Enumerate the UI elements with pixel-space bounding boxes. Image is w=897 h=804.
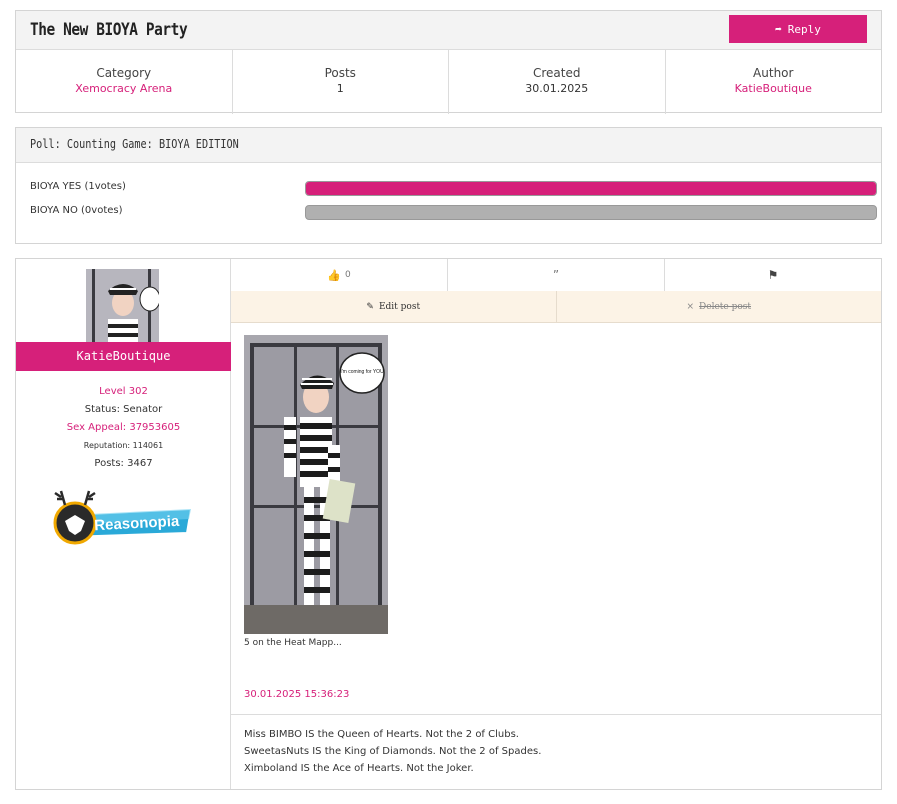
signature-line: Ximboland IS the Ace of Hearts. Not the … [244, 763, 474, 774]
report-button[interactable]: ⚑ [665, 259, 881, 291]
poll-option-fill [306, 182, 876, 195]
user-posts: Posts: 3467 [94, 458, 153, 469]
poll-option-label: BIOYA NO (0votes) [30, 205, 123, 216]
meta-created: Created 30.01.2025 [449, 50, 666, 114]
meta-label: Created [533, 66, 581, 80]
signature-line: SweetasNuts IS the King of Diamonds. Not… [244, 746, 542, 757]
quote-icon: ” [552, 268, 560, 282]
author-link[interactable]: KatieBoutique [666, 82, 882, 95]
post-image[interactable]: I'm coming for YOU [244, 335, 388, 634]
meta-author: Author KatieBoutique [666, 50, 882, 114]
poll-option-bar [305, 205, 877, 220]
poll-option: BIOYA NO (0votes) [16, 201, 881, 225]
pencil-icon: ✎ [366, 301, 374, 312]
reply-button[interactable]: ➦ Reply [729, 15, 867, 43]
thumbs-up-icon: 👍 [327, 268, 341, 282]
meta-label: Posts [324, 66, 356, 80]
meta-label: Category [96, 66, 152, 80]
flag-icon: ⚑ [767, 268, 779, 282]
user-reputation: Reputation: 114061 [83, 441, 164, 450]
delete-post-button[interactable]: × Delete post [557, 291, 882, 322]
post-actions: 👍 0 ” ⚑ [231, 259, 881, 292]
like-button[interactable]: 👍 0 [231, 259, 448, 291]
image-caption[interactable]: 5 on the Heat Mapp... [244, 638, 342, 648]
topic-panel: The New BIOYA Party ➦ Reply Category Xem… [15, 10, 882, 114]
signature-line: Miss BIMBO IS the Queen of Hearts. Not t… [244, 729, 519, 740]
user-stats: Level 302 Status: Senator Sex Appeal: 37… [16, 383, 231, 473]
poll-panel: Poll: Counting Game: BIOYA EDITION BIOYA… [15, 127, 882, 244]
meta-value: 1 [336, 82, 344, 95]
meta-category: Category Xemocracy Arena [16, 50, 233, 114]
edit-post-label: Edit post [378, 301, 421, 312]
image-speech: I'm coming for YOU [340, 369, 384, 375]
post-panel: KatieBoutique Level 302 Status: Senator … [15, 258, 882, 790]
post-author-column: KatieBoutique Level 302 Status: Senator … [16, 259, 231, 789]
poll-option-label: BIOYA YES (1votes) [30, 181, 126, 192]
poll-title: Poll: Counting Game: BIOYA EDITION [30, 137, 239, 151]
topic-meta: Category Xemocracy Arena Posts 1 Created… [16, 50, 881, 114]
topic-title: The New BIOYA Party [30, 20, 188, 40]
post-timestamp: 30.01.2025 15:36:23 [244, 689, 350, 700]
poll-option: BIOYA YES (1votes) [16, 177, 881, 201]
post-edit-bar: ✎ Edit post × Delete post [231, 291, 881, 323]
reply-arrow-icon: ➦ [775, 22, 782, 36]
post-signature: Miss BIMBO IS the Queen of Hearts. Not t… [244, 726, 541, 777]
username[interactable]: KatieBoutique [16, 342, 231, 371]
avatar[interactable] [86, 269, 159, 342]
meta-posts: Posts 1 [233, 50, 449, 114]
topic-header: The New BIOYA Party ➦ Reply [16, 11, 881, 50]
poll-option-bar [305, 181, 877, 196]
party-badge[interactable]: Reasonopia [51, 485, 196, 547]
user-level: Level 302 [99, 386, 148, 397]
user-status: Status: Senator [84, 404, 163, 415]
like-count: 0 [344, 270, 351, 280]
reply-label: Reply [787, 22, 821, 36]
meta-label: Author [753, 66, 794, 80]
poll-header: Poll: Counting Game: BIOYA EDITION [16, 128, 881, 163]
delete-post-label: Delete post [699, 301, 751, 312]
quote-button[interactable]: ” [448, 259, 665, 291]
category-link[interactable]: Xemocracy Arena [16, 82, 232, 95]
meta-value: 30.01.2025 [525, 82, 589, 95]
close-icon: × [686, 301, 695, 312]
edit-post-button[interactable]: ✎ Edit post [231, 291, 557, 322]
user-sex-appeal: Sex Appeal: 37953605 [66, 422, 181, 433]
signature-divider [231, 714, 881, 715]
